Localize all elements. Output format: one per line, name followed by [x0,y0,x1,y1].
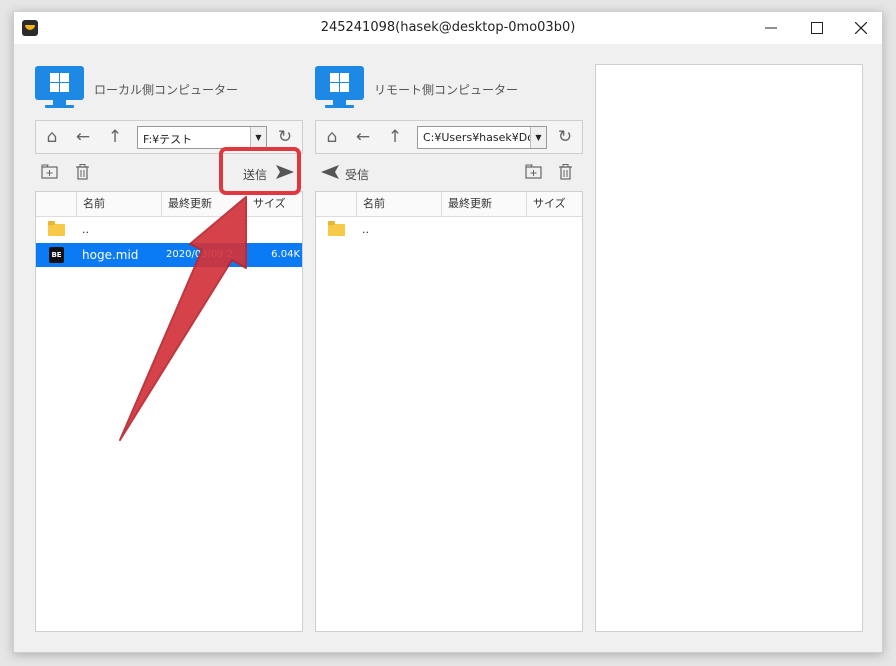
refresh-icon[interactable]: ↻ [555,127,575,147]
local-computer-icon [35,66,84,110]
file-name: .. [362,223,369,236]
close-icon [855,22,867,34]
remote-path-value: C:¥Users¥hasek¥Do [423,131,534,144]
local-list-header: 名前 最終更新 サイズ [36,192,302,217]
receive-label: 受信 [345,168,370,182]
delete-icon[interactable] [558,164,573,184]
table-row[interactable]: BE hoge.mid 2020/03/09 2... 6.04K [36,243,302,267]
local-path-select[interactable]: F:¥テスト ▼ [137,126,267,149]
column-modified[interactable]: 最終更新 [441,192,528,216]
remote-file-list[interactable]: 名前 最終更新 サイズ .. [315,191,583,632]
midi-file-icon: BE [49,247,64,263]
remote-nav-bar: ⌂ ← ↑ C:¥Users¥hasek¥Do ▼ ↻ [315,120,583,154]
local-file-list[interactable]: 名前 最終更新 サイズ .. BE hoge.mid 2020/03/09 2.… [35,191,303,632]
file-name: .. [82,223,89,236]
remote-path-select[interactable]: C:¥Users¥hasek¥Do ▼ [417,126,547,149]
table-row[interactable]: .. [36,218,302,242]
back-icon[interactable]: ← [353,127,373,147]
up-icon[interactable]: ↑ [105,127,125,147]
up-icon[interactable]: ↑ [385,127,405,147]
new-folder-icon[interactable] [41,164,58,183]
table-row[interactable]: .. [316,218,582,242]
receive-arrow-icon [321,165,339,183]
maximize-icon [811,22,823,34]
folder-icon [328,221,345,236]
column-name[interactable]: 名前 [76,192,162,216]
close-button[interactable] [838,12,884,44]
minimize-icon [765,27,777,29]
app-window: 245241098(hasek@desktop-0mo03b0) ローカル側コン… [13,11,883,653]
file-name: hoge.mid [82,248,139,262]
column-modified[interactable]: 最終更新 [161,192,248,216]
title-bar: 245241098(hasek@desktop-0mo03b0) [14,12,882,44]
column-size[interactable]: サイズ [246,192,302,216]
file-modified: 2020/03/09 2... [166,249,242,260]
remote-list-header: 名前 最終更新 サイズ [316,192,582,217]
home-icon[interactable]: ⌂ [322,127,342,147]
preview-panel [595,64,863,632]
back-icon[interactable]: ← [73,127,93,147]
annotation-highlight-box [219,147,301,195]
local-path-value: F:¥テスト [143,133,193,146]
delete-icon[interactable] [75,164,90,184]
refresh-icon[interactable]: ↻ [275,127,295,147]
new-folder-icon[interactable] [525,164,542,183]
remote-computer-icon [315,66,364,110]
file-size: 6.04K [271,249,300,260]
home-icon[interactable]: ⌂ [42,127,62,147]
chevron-down-icon[interactable]: ▼ [530,127,546,148]
maximize-button[interactable] [794,12,840,44]
column-size[interactable]: サイズ [526,192,582,216]
remote-panel-label: リモート側コンピューター [374,83,519,97]
remote-toolbar: 受信 [315,160,583,186]
local-panel-label: ローカル側コンピューター [94,83,239,97]
column-name[interactable]: 名前 [356,192,442,216]
chevron-down-icon[interactable]: ▼ [250,127,266,148]
folder-icon [48,221,65,236]
receive-button[interactable]: 受信 [321,160,377,186]
minimize-button[interactable] [748,12,794,44]
